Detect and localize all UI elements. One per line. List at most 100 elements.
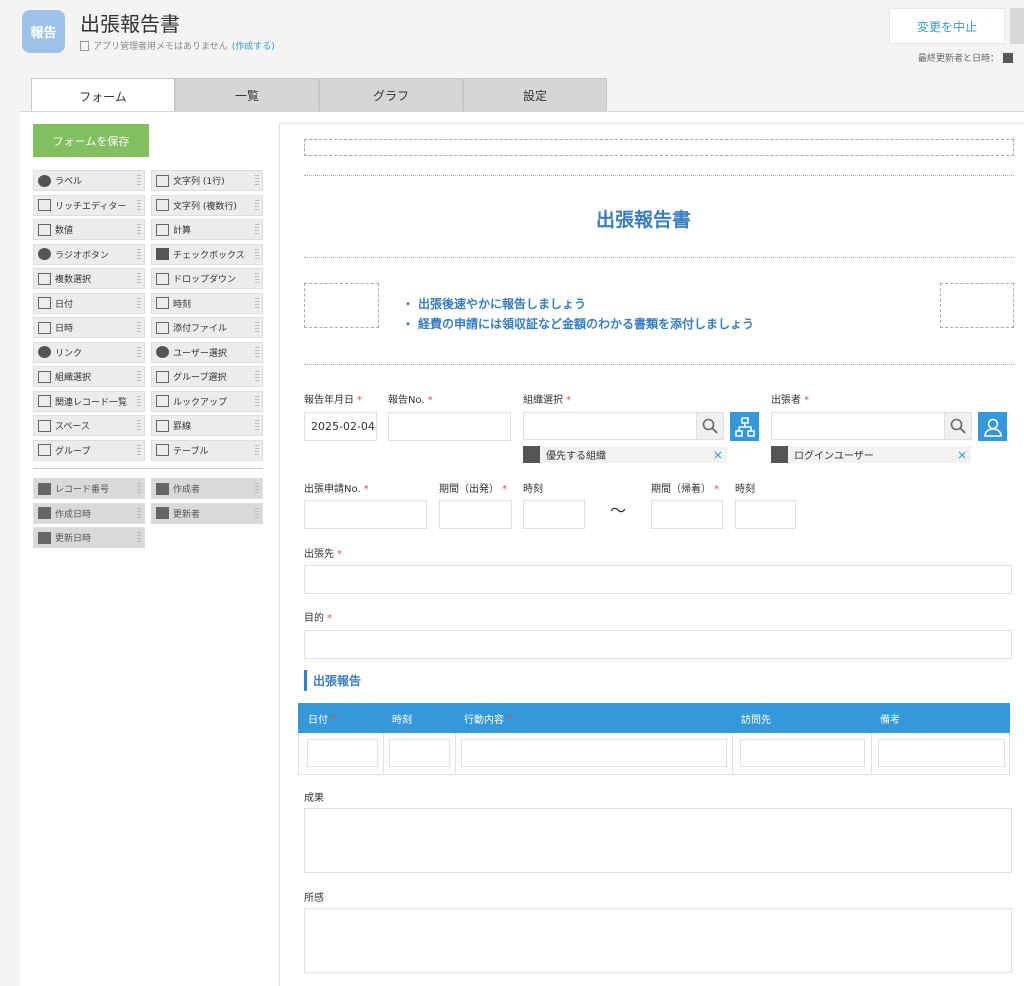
- org-search-button[interactable]: [696, 412, 724, 440]
- drag-handle-icon[interactable]: [137, 248, 141, 261]
- space-field-right[interactable]: [940, 283, 1014, 328]
- drag-handle-icon[interactable]: [137, 420, 141, 432]
- system-palette-item[interactable]: レコード番号: [33, 478, 145, 499]
- memo-create-link[interactable]: (作成する): [232, 39, 275, 52]
- drag-handle-icon[interactable]: [255, 224, 259, 236]
- drag-handle-icon[interactable]: [137, 507, 141, 520]
- drag-handle-icon[interactable]: [255, 346, 259, 359]
- depart-date-field[interactable]: [439, 500, 512, 529]
- system-palette-item[interactable]: 更新者: [151, 502, 263, 524]
- palette-item[interactable]: 罫線: [151, 415, 263, 436]
- tab-settings[interactable]: 設定: [463, 78, 607, 112]
- cell-notes-input[interactable]: [878, 739, 1005, 767]
- cell-visited-input[interactable]: [740, 739, 865, 767]
- palette-item[interactable]: 文字列 (複数行): [151, 194, 263, 216]
- drag-handle-icon[interactable]: [255, 297, 259, 310]
- palette-item[interactable]: 組織選択: [33, 366, 145, 387]
- palette-item[interactable]: ラベル: [33, 170, 145, 191]
- tab-list[interactable]: 一覧: [175, 78, 319, 112]
- return-time-field[interactable]: [735, 500, 796, 529]
- purpose-field[interactable]: [304, 630, 1012, 659]
- palette-item[interactable]: リッチエディター: [33, 194, 145, 216]
- destination-field[interactable]: [304, 565, 1012, 594]
- impression-textarea[interactable]: [304, 908, 1012, 973]
- drag-handle-icon[interactable]: [137, 532, 141, 544]
- drag-handle-icon[interactable]: [255, 483, 259, 495]
- remove-user-icon[interactable]: ×: [957, 448, 967, 462]
- drag-handle-icon[interactable]: [255, 199, 259, 212]
- traveler-search-input[interactable]: [771, 412, 945, 440]
- palette-item[interactable]: 文字列 (1行): [151, 170, 263, 191]
- palette-item[interactable]: チェックボックス: [151, 243, 263, 265]
- palette-item[interactable]: ユーザー選択: [151, 341, 263, 363]
- return-date-field[interactable]: [651, 500, 723, 529]
- space-field-left[interactable]: [304, 283, 379, 328]
- drag-handle-icon[interactable]: [137, 175, 141, 187]
- remove-org-icon[interactable]: ×: [713, 448, 723, 462]
- palette-item[interactable]: 計算: [151, 219, 263, 240]
- palette-item[interactable]: 関連レコード一覧: [33, 390, 145, 412]
- palette-item[interactable]: グループ: [33, 439, 145, 461]
- divider-line[interactable]: [304, 175, 1014, 176]
- form-notes[interactable]: 出張後速やかに報告しましょう 経費の申請には領収証など金額のわかる書類を添付しま…: [402, 294, 754, 334]
- drag-handle-icon[interactable]: [137, 273, 141, 285]
- space-field-top[interactable]: [304, 139, 1014, 156]
- drag-handle-icon[interactable]: [255, 273, 259, 285]
- drag-handle-icon[interactable]: [137, 444, 141, 457]
- drag-handle-icon[interactable]: [255, 420, 259, 432]
- palette-item[interactable]: グループ選択: [151, 366, 263, 387]
- cell-activity-input[interactable]: [461, 739, 727, 767]
- palette-item[interactable]: 数値: [33, 219, 145, 240]
- drag-handle-icon[interactable]: [255, 444, 259, 457]
- cancel-changes-button[interactable]: 変更を中止: [889, 8, 1005, 44]
- org-search-input[interactable]: [523, 412, 697, 440]
- palette-item[interactable]: 複数選択: [33, 268, 145, 289]
- drag-handle-icon[interactable]: [255, 322, 259, 334]
- system-palette-item[interactable]: 更新日時: [33, 527, 145, 548]
- palette-item[interactable]: ドロップダウン: [151, 268, 263, 289]
- palette-item[interactable]: 時刻: [151, 292, 263, 314]
- palette-item[interactable]: 日付: [33, 292, 145, 314]
- report-no-field[interactable]: [388, 412, 511, 441]
- save-form-button[interactable]: フォームを保存: [33, 124, 149, 157]
- traveler-search-button[interactable]: [944, 412, 972, 440]
- drag-handle-icon[interactable]: [255, 507, 259, 520]
- palette-item[interactable]: ラジオボタン: [33, 243, 145, 265]
- result-textarea[interactable]: [304, 808, 1012, 873]
- drag-handle-icon[interactable]: [137, 346, 141, 359]
- save-app-button[interactable]: [1010, 8, 1024, 44]
- app-no-field[interactable]: [304, 500, 427, 529]
- drag-handle-icon[interactable]: [137, 224, 141, 236]
- drag-handle-icon[interactable]: [137, 371, 141, 383]
- drag-handle-icon[interactable]: [255, 395, 259, 408]
- drag-handle-icon[interactable]: [255, 175, 259, 187]
- cell-date-input[interactable]: [307, 739, 378, 767]
- palette-item[interactable]: ルックアップ: [151, 390, 263, 412]
- divider-line[interactable]: [304, 257, 1014, 258]
- org-picker-button[interactable]: [730, 412, 759, 441]
- drag-handle-icon[interactable]: [137, 483, 141, 495]
- drag-handle-icon[interactable]: [137, 395, 141, 408]
- cell-time-input[interactable]: [389, 739, 450, 767]
- tab-graph[interactable]: グラフ: [319, 78, 463, 112]
- report-table[interactable]: 日付 * 時刻 行動内容 * 訪問先 備考: [298, 703, 1010, 775]
- drag-handle-icon[interactable]: [137, 297, 141, 310]
- palette-item[interactable]: テーブル: [151, 439, 263, 461]
- drag-handle-icon[interactable]: [137, 199, 141, 212]
- section-title-label[interactable]: 出張報告: [304, 670, 361, 691]
- palette-item[interactable]: リンク: [33, 341, 145, 363]
- divider-line[interactable]: [304, 364, 1014, 365]
- depart-time-field[interactable]: [523, 500, 585, 529]
- system-palette-item[interactable]: 作成日時: [33, 502, 145, 524]
- form-title-label[interactable]: 出張報告書: [596, 205, 691, 232]
- report-date-field[interactable]: 2025-02-04: [304, 412, 377, 441]
- drag-handle-icon[interactable]: [137, 322, 141, 334]
- palette-item[interactable]: スペース: [33, 415, 145, 436]
- user-picker-button[interactable]: [978, 412, 1007, 441]
- palette-item[interactable]: 添付ファイル: [151, 317, 263, 338]
- system-palette-item[interactable]: 作成者: [151, 478, 263, 499]
- tab-form[interactable]: フォーム: [31, 78, 175, 113]
- drag-handle-icon[interactable]: [255, 371, 259, 383]
- drag-handle-icon[interactable]: [255, 248, 259, 261]
- palette-item[interactable]: 日時: [33, 317, 145, 338]
